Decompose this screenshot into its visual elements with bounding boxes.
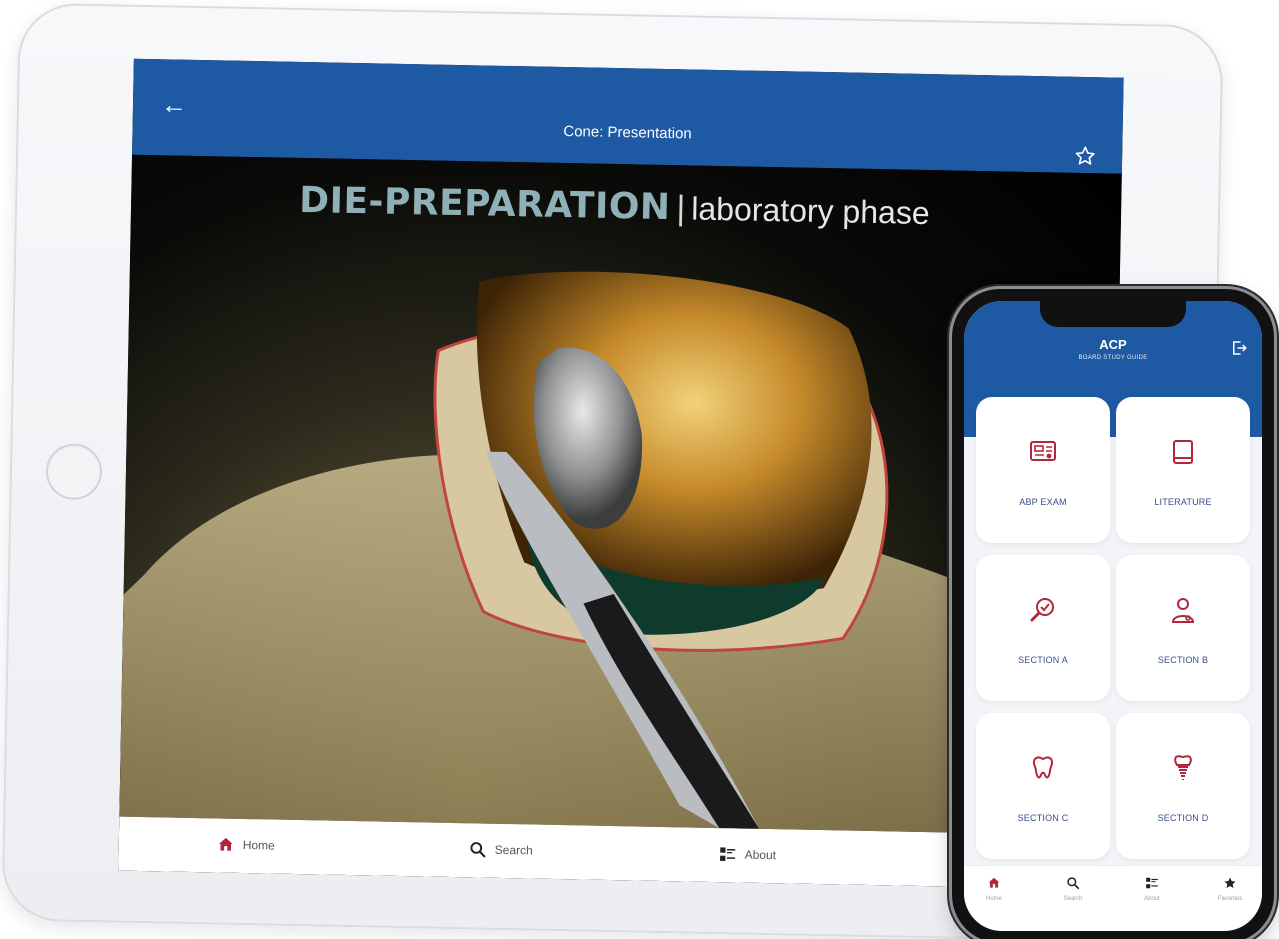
tablet-tab-search[interactable]: Search [469,840,533,859]
tablet-page-title: Cone: Presentation [563,122,692,143]
list-icon [720,847,736,861]
phone-tab-search[interactable]: Search [1043,876,1103,902]
phone-tab-home-label: Home [985,896,1002,902]
card-section-b[interactable]: SECTION B [1116,555,1250,701]
tablet-home-button[interactable] [45,443,103,501]
card-section-d[interactable]: SECTION D [1116,713,1250,859]
implant-icon [1174,755,1192,780]
phone-tab-search-label: Search [1063,896,1083,902]
card-literature-label: LITERATURE [1154,497,1212,507]
certificate-icon [1030,441,1056,461]
magnifier-check-icon [1030,598,1054,622]
phone-screen: ACP BOARD STUDY GUIDE ABP EXAM LITERATUR… [964,301,1262,931]
tablet-tab-home-label: Home [242,837,275,853]
book-icon [1173,440,1193,464]
tooth-icon [1032,756,1054,779]
card-literature[interactable]: LITERATURE [1116,397,1250,543]
marketing-stage: ← Cone: Presentation DIE-PREPARATION | lab… [0,0,1279,939]
home-icon [219,837,233,851]
phone-tab-about[interactable]: About [1122,876,1182,902]
app-title: ACP [1099,337,1127,352]
card-abp-exam-label: ABP EXAM [1019,497,1067,507]
card-section-c-label: SECTION C [1017,813,1069,823]
phone-tab-about-label: About [1144,896,1160,902]
doctor-icon [1171,598,1195,623]
star-icon [1224,877,1236,888]
tablet-tab-about-label: About [744,847,777,863]
card-section-b-label: SECTION B [1157,655,1209,665]
card-section-a-label: SECTION A [1018,655,1068,665]
tablet-tab-search-label: Search [494,842,533,858]
home-icon [988,877,1000,888]
app-subtitle: BOARD STUDY GUIDE [1078,355,1148,361]
list-icon [1146,877,1158,889]
tablet-tab-home[interactable]: Home [217,835,275,854]
phone-notch [1040,301,1186,327]
tablet-header: ← Cone: Presentation [132,58,1124,174]
phone-device: ACP BOARD STUDY GUIDE ABP EXAM LITERATUR… [952,289,1274,939]
phone-tab-favorites[interactable]: Favorites [1200,876,1260,902]
tablet-tab-about[interactable]: About [719,845,777,864]
search-icon [470,842,486,858]
search-icon [1067,877,1080,890]
phone-tab-favorites-label: Favorites [1217,896,1243,902]
logout-icon[interactable] [1230,339,1248,357]
favorite-star-icon[interactable] [1074,145,1096,167]
card-section-a[interactable]: SECTION A [976,555,1110,701]
card-section-d-label: SECTION D [1157,813,1209,823]
phone-tab-home[interactable]: Home [964,876,1024,902]
card-abp-exam[interactable]: ABP EXAM [976,397,1110,543]
phone-tab-bar: Home Search About Favorites [964,865,1262,931]
card-section-c[interactable]: SECTION C [976,713,1110,859]
